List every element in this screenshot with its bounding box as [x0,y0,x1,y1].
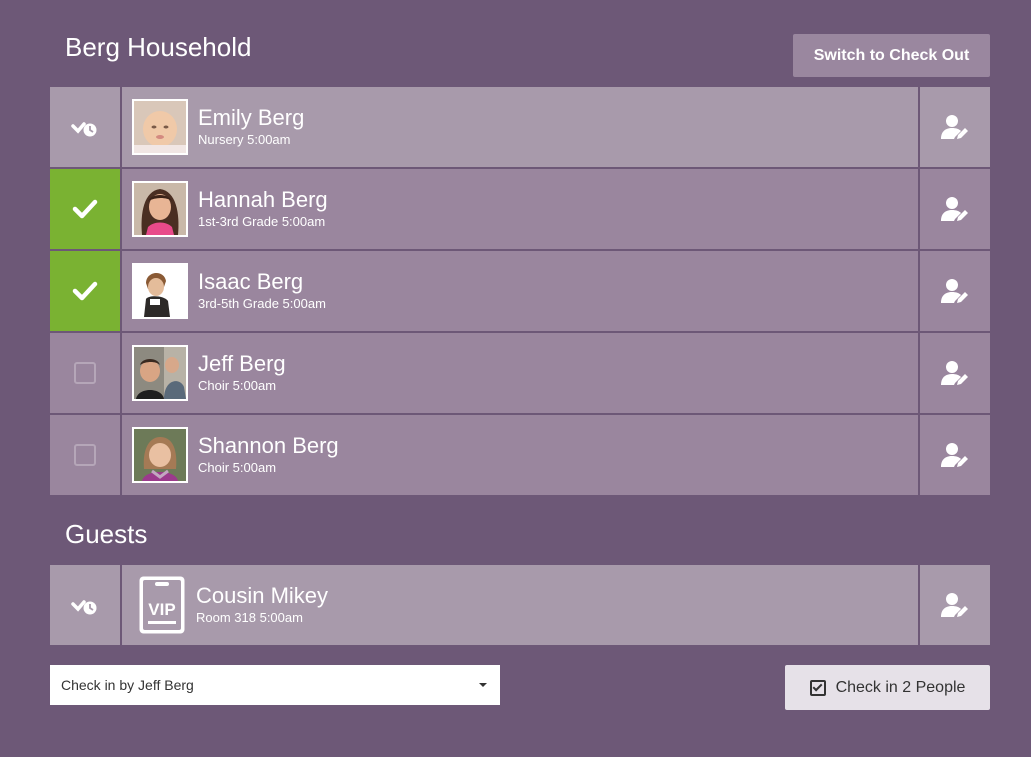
edit-person-icon [941,593,968,617]
person-card[interactable]: Hannah Berg 1st-3rd Grade 5:00am [122,169,918,249]
avatar [132,427,188,483]
check-clock-toggle[interactable] [50,87,120,167]
person-name: Isaac Berg [198,269,304,294]
check-toggle[interactable] [50,415,120,495]
person-detail: Room 318 5:00am [196,610,303,625]
person-name: Cousin Mikey [196,583,329,608]
household-title: Berg Household [65,32,252,62]
switch-to-checkout-button[interactable]: Switch to Check Out [793,34,990,77]
edit-person-icon [941,279,968,303]
list-item: Jeff Berg Choir 5:00am [50,333,990,413]
person-detail: 3rd-5th Grade 5:00am [198,296,326,311]
check-toggle[interactable] [50,333,120,413]
avatar [132,345,188,401]
edit-person-icon [941,361,968,385]
checkin-by-select[interactable]: Check in by Jeff Berg [50,665,500,705]
person-name: Jeff Berg [198,351,286,376]
person-detail: Nursery 5:00am [198,132,291,147]
checkbox-icon [809,679,826,696]
edit-person-button[interactable] [920,251,990,331]
check-in-button-label: Check in 2 People [835,678,966,696]
checkmark-icon [72,281,98,301]
empty-checkbox-icon [74,444,96,466]
person-detail: Choir 5:00am [198,378,277,393]
edit-person-button[interactable] [920,333,990,413]
edit-person-button[interactable] [920,565,990,645]
person-card[interactable]: Jeff Berg Choir 5:00am [122,333,918,413]
check-in-button[interactable]: Check in 2 People [785,665,990,710]
person-card[interactable]: Isaac Berg 3rd-5th Grade 5:00am [122,251,918,331]
list-item: Hannah Berg 1st-3rd Grade 5:00am [50,169,990,249]
checkin-by-value: Check in by Jeff Berg [61,677,194,693]
check-clock-icon [71,122,97,137]
edit-person-button[interactable] [920,169,990,249]
list-item: VIP Cousin Mikey Room 318 5:00am [50,565,990,645]
edit-person-icon [941,115,968,139]
avatar [132,263,188,319]
vip-badge-icon: VIP [139,576,185,634]
edit-person-icon [941,197,968,221]
person-name: Emily Berg [198,105,305,130]
edit-person-button[interactable] [920,87,990,167]
person-card[interactable]: VIP Cousin Mikey Room 318 5:00am [122,565,918,645]
person-card[interactable]: Emily Berg Nursery 5:00am [122,87,918,167]
person-detail: 1st-3rd Grade 5:00am [198,214,326,229]
avatar [132,99,188,155]
person-detail: Choir 5:00am [198,460,277,475]
check-toggle[interactable] [50,251,120,331]
edit-person-button[interactable] [920,415,990,495]
check-clock-toggle[interactable] [50,565,120,645]
vip-badge-text: VIP [148,600,175,619]
guests-list: VIP Cousin Mikey Room 318 5:00am [50,565,990,647]
caret-down-icon [479,683,487,687]
list-item: Isaac Berg 3rd-5th Grade 5:00am [50,251,990,331]
checkmark-icon [72,199,98,219]
person-name: Hannah Berg [198,187,328,212]
guests-title: Guests [65,519,148,549]
edit-person-icon [941,443,968,467]
list-item: Shannon Berg Choir 5:00am [50,415,990,495]
person-name: Shannon Berg [198,433,339,458]
empty-checkbox-icon [74,362,96,384]
person-card[interactable]: Shannon Berg Choir 5:00am [122,415,918,495]
check-toggle[interactable] [50,169,120,249]
list-item: Emily Berg Nursery 5:00am [50,87,990,167]
check-clock-icon [71,600,97,615]
household-list: Emily Berg Nursery 5:00am Hannah Berg 1s… [50,87,990,497]
avatar [132,181,188,237]
